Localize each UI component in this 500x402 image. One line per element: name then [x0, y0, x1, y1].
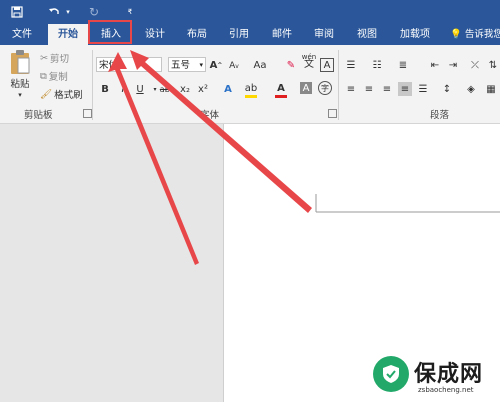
tab-design[interactable]: 设计 — [136, 24, 174, 45]
line-spacing-icon[interactable]: ↕ — [440, 82, 454, 96]
font-size-value: 五号 — [171, 60, 191, 71]
text-effects-icon[interactable]: A — [221, 82, 235, 96]
save-icon[interactable] — [8, 3, 26, 21]
clipboard-launcher-icon[interactable] — [83, 109, 92, 118]
decrease-indent-icon[interactable]: ⇤ — [428, 58, 442, 72]
page-margin-marker — [315, 194, 500, 213]
clipboard-group-label: 剪贴板 — [24, 110, 53, 121]
align-center-icon[interactable]: ≡ — [362, 82, 376, 96]
font-name-box[interactable]: 宋体 — [96, 57, 162, 72]
align-left-icon[interactable]: ≡ — [344, 82, 358, 96]
font-group-label: 字体 — [200, 110, 220, 121]
strikethrough-icon[interactable]: abc — [158, 82, 176, 96]
clear-formatting-icon[interactable]: ✎ — [284, 58, 298, 72]
subscript-icon[interactable]: x₂ — [178, 82, 192, 96]
watermark-title: 保成网 — [414, 362, 484, 387]
format-painter-label: 格式刷 — [54, 90, 83, 101]
paragraph-group-label: 段落 — [430, 110, 450, 121]
highlight-box-insert-tab — [88, 20, 132, 44]
change-case-icon[interactable]: Aa — [250, 58, 270, 72]
bold-icon[interactable]: B — [98, 82, 112, 96]
tell-me-label: 告诉我您 — [464, 29, 500, 40]
enclose-characters-icon[interactable]: 字 — [318, 81, 332, 95]
font-name-value: 宋体 — [99, 60, 119, 71]
copy-label: 复制 — [48, 72, 68, 83]
font-launcher-icon[interactable] — [328, 109, 337, 118]
borders-icon[interactable]: ▦ — [484, 82, 498, 96]
customize-toolbar-icon[interactable]: ₹ — [126, 3, 134, 21]
shading-icon[interactable]: ◈ — [464, 82, 478, 96]
tab-home[interactable]: 开始 — [48, 24, 88, 45]
cut-button[interactable]: ✂ 剪切 — [40, 51, 69, 66]
highlight-icon[interactable]: ab — [244, 81, 258, 95]
italic-icon[interactable]: I — [116, 82, 130, 96]
chinese-layout-icon[interactable]: ⤫ — [468, 58, 482, 72]
paintbrush-icon: 🖌 — [40, 88, 53, 100]
superscript-icon[interactable]: x² — [196, 82, 210, 96]
watermark-shield-logo — [373, 356, 409, 392]
font-color-icon[interactable]: A — [274, 81, 288, 95]
justify-icon[interactable]: ≡ — [398, 82, 412, 96]
increase-indent-icon[interactable]: ⇥ — [446, 58, 460, 72]
align-right-icon[interactable]: ≡ — [380, 82, 394, 96]
paste-button[interactable]: 粘贴 ▾ — [6, 49, 34, 99]
shrink-font-icon[interactable]: Av — [227, 59, 241, 73]
phonetic-guide-icon[interactable]: wén 文 — [302, 53, 316, 70]
redo-icon[interactable]: ↻ — [86, 3, 102, 21]
group-divider — [338, 50, 339, 120]
title-bar: ▾ ↻ ₹ — [0, 0, 500, 24]
tab-file[interactable]: 文件 — [4, 24, 40, 45]
numbering-icon[interactable]: ☷ — [370, 58, 384, 72]
bullets-icon[interactable]: ☰ — [344, 58, 358, 72]
font-size-box[interactable]: 五号 ▾ — [168, 57, 206, 72]
copy-button[interactable]: ⧉ 复制 — [40, 69, 68, 84]
ribbon-tabs: 文件 开始 插入 设计 布局 引用 邮件 审阅 视图 加载项 💡 告诉我您 — [0, 24, 500, 45]
ribbon-home: 粘贴 ▾ ✂ 剪切 ⧉ 复制 🖌 格式刷 剪贴板 宋体 五号 ▾ A ^ Av A… — [0, 45, 500, 124]
lightbulb-icon: 💡 — [450, 29, 462, 40]
copy-icon: ⧉ — [40, 70, 47, 82]
font-color-swatch — [275, 95, 287, 98]
underline-icon[interactable]: U — [133, 82, 147, 96]
watermark-url: zsbaocheng.net — [418, 386, 474, 394]
tab-references[interactable]: 引用 — [220, 24, 258, 45]
format-painter-button[interactable]: 🖌 格式刷 — [40, 87, 83, 102]
grow-font-icon[interactable]: A ^ — [209, 58, 223, 72]
paste-dropdown-icon[interactable]: ▾ — [18, 91, 22, 99]
undo-dropdown-icon[interactable]: ▾ — [64, 3, 72, 21]
document-canvas-margin — [0, 124, 223, 402]
character-border-icon[interactable]: A — [320, 58, 334, 72]
tell-me-search[interactable]: 💡 告诉我您 — [450, 24, 500, 45]
character-shading-icon[interactable]: A — [300, 82, 312, 94]
scissors-icon: ✂ — [40, 52, 48, 64]
tab-layout[interactable]: 布局 — [178, 24, 216, 45]
tab-mailings[interactable]: 邮件 — [263, 24, 301, 45]
cut-label: 剪切 — [49, 54, 69, 65]
font-size-dropdown-icon: ▾ — [199, 61, 203, 69]
paste-label: 粘贴 — [10, 79, 30, 90]
group-divider — [92, 50, 93, 120]
highlight-color-swatch — [245, 95, 257, 98]
distributed-icon[interactable]: ☰ — [416, 82, 430, 96]
clipboard-icon — [11, 50, 30, 74]
tab-view[interactable]: 视图 — [348, 24, 386, 45]
tab-addins[interactable]: 加载项 — [392, 24, 438, 45]
undo-icon[interactable] — [46, 3, 62, 21]
multilevel-list-icon[interactable]: ≣ — [396, 58, 410, 72]
sort-icon[interactable]: ⇅ — [486, 58, 500, 72]
tab-review[interactable]: 审阅 — [305, 24, 343, 45]
